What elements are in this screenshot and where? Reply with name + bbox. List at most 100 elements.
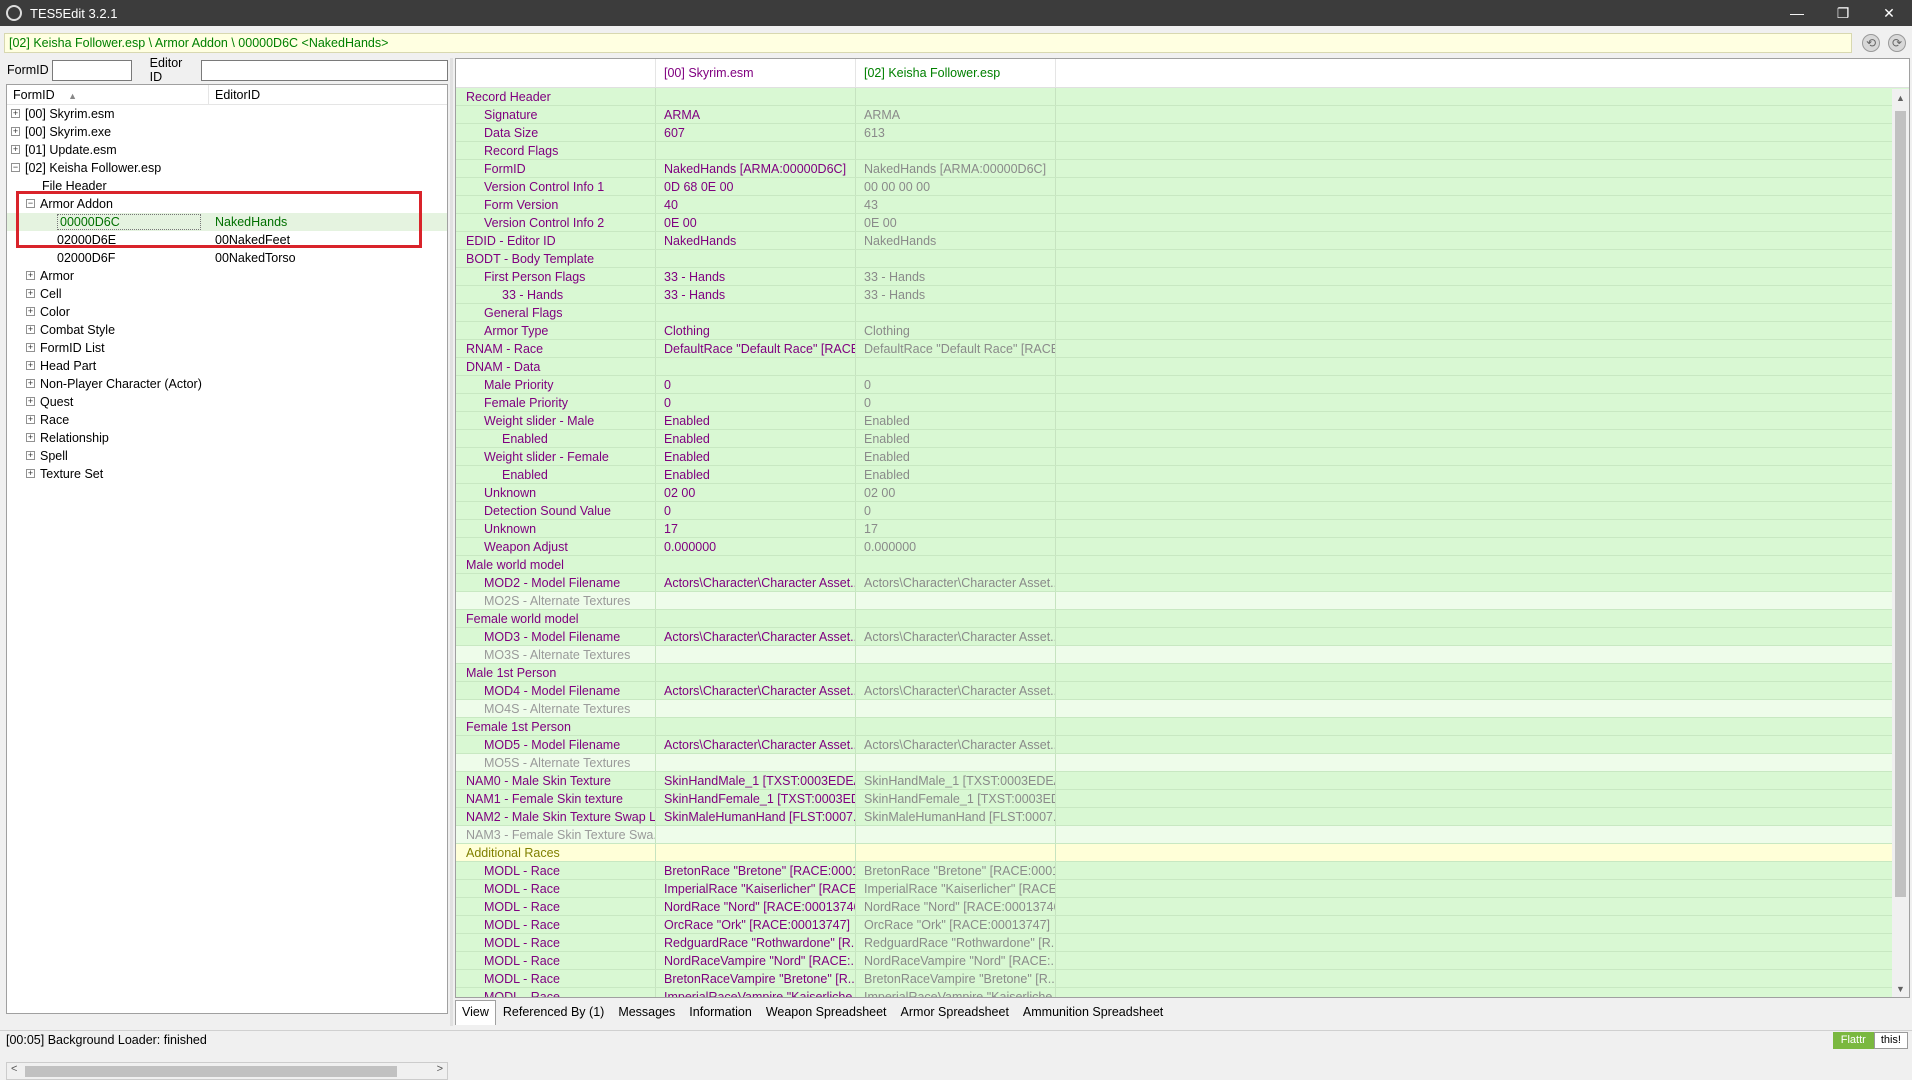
grid-header-override[interactable]: [02] Keisha Follower.esp xyxy=(856,59,1056,87)
grid-row[interactable]: Record Flags xyxy=(456,142,1909,160)
tree-row[interactable]: + Armor xyxy=(7,267,447,285)
grid-row[interactable]: MODL - Race BretonRace "Bretone" [RACE:00… xyxy=(456,862,1909,880)
tab-ammunition-spreadsheet[interactable]: Ammunition Spreadsheet xyxy=(1016,1000,1170,1024)
grid-header-master[interactable]: [00] Skyrim.esm xyxy=(656,59,856,87)
scroll-left-icon[interactable]: < xyxy=(11,1063,17,1075)
expand-icon[interactable]: + xyxy=(26,451,35,461)
grid-row[interactable]: General Flags xyxy=(456,304,1909,322)
minimize-button[interactable]: — xyxy=(1774,0,1820,26)
grid-row[interactable]: MO4S - Alternate Textures xyxy=(456,700,1909,718)
grid-row[interactable]: MODL - Race ImperialRaceVampire "Kaiserli… xyxy=(456,988,1909,997)
tree-row[interactable]: + [00] Skyrim.esm xyxy=(7,105,447,123)
scroll-thumb[interactable] xyxy=(25,1066,397,1077)
grid-row[interactable]: Enabled Enabled Enabled xyxy=(456,430,1909,448)
expand-icon[interactable]: + xyxy=(26,415,35,425)
grid-row[interactable]: Enabled Enabled Enabled xyxy=(456,466,1909,484)
tab-armor-spreadsheet[interactable]: Armor Spreadsheet xyxy=(894,1000,1016,1024)
grid-row[interactable]: Female world model xyxy=(456,610,1909,628)
tree-row[interactable]: + Relationship xyxy=(7,429,447,447)
grid-row[interactable]: Armor Type Clothing Clothing xyxy=(456,322,1909,340)
grid-row[interactable]: MOD3 - Model Filename Actors\Character\Ch… xyxy=(456,628,1909,646)
tree-row[interactable]: + [01] Update.esm xyxy=(7,141,447,159)
expand-icon[interactable]: + xyxy=(26,289,35,299)
grid-row[interactable]: Version Control Info 1 0D 68 0E 00 00 00 0… xyxy=(456,178,1909,196)
grid-header-field[interactable] xyxy=(456,59,656,87)
tree-row[interactable]: − [02] Keisha Follower.esp xyxy=(7,159,447,177)
tree-row[interactable]: + Non-Player Character (Actor) xyxy=(7,375,447,393)
expand-icon[interactable]: + xyxy=(11,109,20,119)
grid-row[interactable]: Male Priority 0 0 xyxy=(456,376,1909,394)
grid-row[interactable]: FormID NakedHands [ARMA:00000D6C] NakedHan… xyxy=(456,160,1909,178)
grid-row[interactable]: RNAM - Race DefaultRace "Default Race" [R… xyxy=(456,340,1909,358)
grid-row[interactable]: MODL - Race ImperialRace "Kaiserlicher" [… xyxy=(456,880,1909,898)
scroll-up-icon[interactable]: ▲ xyxy=(1892,89,1909,106)
grid-row[interactable]: Detection Sound Value 0 0 xyxy=(456,502,1909,520)
tree-row[interactable]: + Quest xyxy=(7,393,447,411)
tree-header-formid[interactable]: FormID ▲ xyxy=(7,85,209,104)
grid-row[interactable]: Weapon Adjust 0.000000 0.000000 xyxy=(456,538,1909,556)
scroll-down-icon[interactable]: ▼ xyxy=(1892,980,1909,997)
grid-vertical-scrollbar[interactable]: ▲ ▼ xyxy=(1892,89,1909,997)
expand-icon[interactable]: + xyxy=(11,127,20,137)
grid-row[interactable]: MODL - Race NordRace "Nord" [RACE:0001374… xyxy=(456,898,1909,916)
grid-row[interactable]: Weight slider - Male Enabled Enabled xyxy=(456,412,1909,430)
grid-row[interactable]: Record Header xyxy=(456,88,1909,106)
grid-row[interactable]: NAM0 - Male Skin Texture SkinHandMale_1 [… xyxy=(456,772,1909,790)
tab-referenced-by-1[interactable]: Referenced By (1) xyxy=(496,1000,611,1024)
grid-row[interactable]: Unknown 02 00 02 00 xyxy=(456,484,1909,502)
scroll-right-icon[interactable]: > xyxy=(437,1063,443,1075)
grid-row[interactable]: Unknown 17 17 xyxy=(456,520,1909,538)
grid-row[interactable]: 33 - Hands 33 - Hands 33 - Hands xyxy=(456,286,1909,304)
grid-row[interactable]: Signature ARMA ARMA xyxy=(456,106,1909,124)
expand-icon[interactable]: + xyxy=(26,379,35,389)
tree-header-editorid[interactable]: EditorID xyxy=(209,85,260,104)
tree-row[interactable]: + Spell xyxy=(7,447,447,465)
grid-row[interactable]: Male world model xyxy=(456,556,1909,574)
expand-icon[interactable]: + xyxy=(26,433,35,443)
grid-row[interactable]: Form Version 40 43 xyxy=(456,196,1909,214)
flattr-button[interactable]: Flattr this! xyxy=(1832,1032,1908,1049)
tree-row[interactable]: + Combat Style xyxy=(7,321,447,339)
pane-splitter[interactable] xyxy=(450,58,453,1026)
tree-row[interactable]: + Color xyxy=(7,303,447,321)
grid-row[interactable]: MODL - Race OrcRace "Ork" [RACE:00013747]… xyxy=(456,916,1909,934)
expand-icon[interactable]: + xyxy=(26,469,35,479)
forward-icon[interactable]: ⟳ xyxy=(1888,34,1906,52)
restore-button[interactable]: ❐ xyxy=(1820,0,1866,26)
grid-row[interactable]: NAM3 - Female Skin Texture Swa... xyxy=(456,826,1909,844)
tree-row[interactable]: 02000D6F 00NakedTorso xyxy=(7,249,447,267)
tree-row[interactable]: + Texture Set xyxy=(7,465,447,483)
tab-weapon-spreadsheet[interactable]: Weapon Spreadsheet xyxy=(759,1000,894,1024)
grid-row[interactable]: First Person Flags 33 - Hands 33 - Hands xyxy=(456,268,1909,286)
tree-row[interactable]: + Cell xyxy=(7,285,447,303)
grid-row[interactable]: EDID - Editor ID NakedHands NakedHands xyxy=(456,232,1909,250)
collapse-icon[interactable]: − xyxy=(11,163,20,173)
grid-row[interactable]: NAM2 - Male Skin Texture Swap L... SkinMa… xyxy=(456,808,1909,826)
tree-row[interactable]: + [00] Skyrim.exe xyxy=(7,123,447,141)
grid-row[interactable]: MOD5 - Model Filename Actors\Character\Ch… xyxy=(456,736,1909,754)
grid-row[interactable]: MODL - Race NordRaceVampire "Nord" [RACE:… xyxy=(456,952,1909,970)
grid-row[interactable]: MO2S - Alternate Textures xyxy=(456,592,1909,610)
expand-icon[interactable]: + xyxy=(26,307,35,317)
grid-row[interactable]: MO3S - Alternate Textures xyxy=(456,646,1909,664)
grid-row[interactable]: Female Priority 0 0 xyxy=(456,394,1909,412)
grid-row[interactable]: MODL - Race BretonRaceVampire "Bretone" [… xyxy=(456,970,1909,988)
grid-row[interactable]: MOD4 - Model Filename Actors\Character\Ch… xyxy=(456,682,1909,700)
grid-row[interactable]: Additional Races xyxy=(456,844,1909,862)
tab-information[interactable]: Information xyxy=(682,1000,759,1024)
grid-row[interactable]: Male 1st Person xyxy=(456,664,1909,682)
expand-icon[interactable]: + xyxy=(26,361,35,371)
expand-icon[interactable]: + xyxy=(26,343,35,353)
editorid-filter-input[interactable] xyxy=(201,59,448,81)
grid-row[interactable]: BODT - Body Template xyxy=(456,250,1909,268)
expand-icon[interactable]: + xyxy=(11,145,20,155)
expand-icon[interactable]: + xyxy=(26,325,35,335)
grid-row[interactable]: NAM1 - Female Skin texture SkinHandFemale… xyxy=(456,790,1909,808)
tree-row[interactable]: + FormID List xyxy=(7,339,447,357)
grid-row[interactable]: MODL - Race RedguardRace "Rothwardone" [R… xyxy=(456,934,1909,952)
tree-row[interactable]: + Head Part xyxy=(7,357,447,375)
back-icon[interactable]: ⟲ xyxy=(1862,34,1880,52)
grid-row[interactable]: MO5S - Alternate Textures xyxy=(456,754,1909,772)
grid-row[interactable]: MOD2 - Model Filename Actors\Character\Ch… xyxy=(456,574,1909,592)
formid-filter-input[interactable] xyxy=(51,59,132,81)
